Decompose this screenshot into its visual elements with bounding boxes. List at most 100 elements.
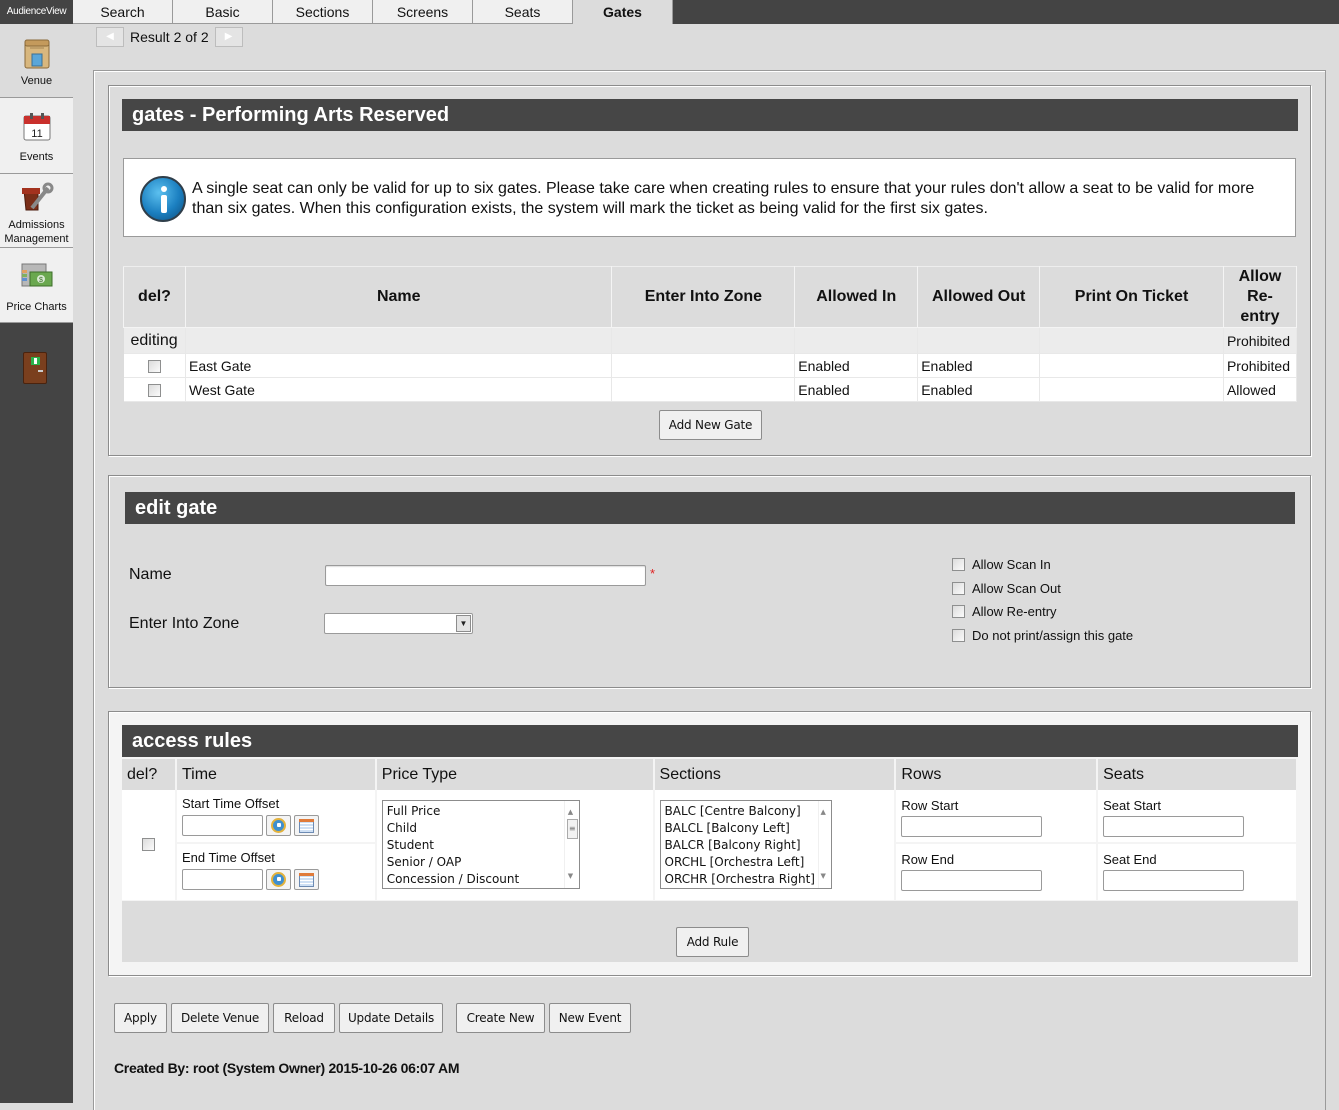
- scroll-thumb[interactable]: ≡: [566, 819, 578, 839]
- sections-scrollbar[interactable]: ▲ ▼: [817, 801, 831, 888]
- allow-reentry-option[interactable]: Allow Re-entry: [952, 604, 1057, 619]
- tab-sections[interactable]: Sections: [273, 0, 373, 24]
- col-del: del?: [122, 759, 177, 790]
- gate-print: [1039, 353, 1224, 378]
- enter-into-zone-select[interactable]: ▼: [324, 613, 473, 634]
- seat-end-input[interactable]: [1103, 870, 1245, 891]
- tab-search[interactable]: Search: [73, 0, 173, 24]
- section-option[interactable]: BALC [Centre Balcony]: [661, 803, 831, 820]
- col-allowed-in[interactable]: Allowed In: [794, 266, 919, 328]
- row-start-input[interactable]: [901, 816, 1043, 837]
- col-print-on-ticket[interactable]: Print On Ticket: [1039, 266, 1224, 328]
- end-time-offset-label: End Time Offset: [181, 850, 275, 865]
- money-chart-icon: $: [20, 262, 54, 296]
- update-details-button[interactable]: Update Details: [339, 1003, 443, 1033]
- col-seats: Seats: [1097, 759, 1298, 790]
- sidebar-item-label: Price Charts: [6, 301, 67, 313]
- tab-basic[interactable]: Basic: [173, 0, 273, 24]
- table-row[interactable]: West Gate Enabled Enabled Allowed: [123, 377, 1298, 402]
- end-time-offset-input[interactable]: [181, 869, 263, 890]
- reload-button[interactable]: Reload: [273, 1003, 335, 1033]
- col-enter-into-zone[interactable]: Enter Into Zone: [611, 266, 796, 328]
- section-option[interactable]: BALCL [Balcony Left]: [661, 820, 831, 837]
- gate-allowed-in: Enabled: [794, 377, 919, 402]
- apply-button[interactable]: Apply: [114, 1003, 167, 1033]
- price-type-scrollbar[interactable]: ▲ ≡ ▼: [563, 801, 579, 888]
- section-option[interactable]: ORCHL [Orchestra Left]: [661, 854, 831, 871]
- scroll-up-icon[interactable]: ▲: [821, 804, 826, 821]
- section-option[interactable]: ORCHR [Orchestra Right]: [661, 871, 831, 888]
- sidebar-item-events[interactable]: 11 Events: [0, 98, 73, 174]
- info-message: A single seat can only be valid for up t…: [123, 158, 1296, 237]
- start-time-calendar-button[interactable]: [293, 815, 319, 836]
- start-time-offset-input[interactable]: [181, 815, 263, 836]
- editing-label: editing: [123, 327, 186, 354]
- price-type-option[interactable]: Child: [383, 820, 579, 837]
- delete-checkbox[interactable]: [147, 360, 161, 374]
- start-time-offset-label: Start Time Offset: [181, 796, 280, 811]
- table-row-editing[interactable]: editing Prohibited: [123, 327, 1298, 354]
- gate-name[interactable]: East Gate: [185, 353, 613, 378]
- calendar-icon: [298, 872, 314, 887]
- row-end-label: Row End: [901, 852, 955, 867]
- result-pager: ◀ Result 2 of 2 ▶: [96, 27, 243, 47]
- allow-scan-out-checkbox[interactable]: [952, 582, 965, 595]
- end-time-clock-button[interactable]: [265, 869, 291, 890]
- col-allow-reentry[interactable]: Allow Re-entry: [1222, 266, 1298, 328]
- allow-scan-out-option[interactable]: Allow Scan Out: [952, 581, 1061, 596]
- tab-screens[interactable]: Screens: [373, 0, 473, 24]
- add-new-gate-button[interactable]: Add New Gate: [659, 410, 762, 440]
- price-type-listbox[interactable]: Full Price Child Student Senior / OAP Co…: [381, 800, 580, 889]
- price-type-option[interactable]: Student: [383, 837, 579, 854]
- col-allowed-out[interactable]: Allowed Out: [917, 266, 1041, 328]
- delete-venue-button[interactable]: Delete Venue: [171, 1003, 269, 1033]
- section-option[interactable]: BALCR [Balcony Right]: [661, 837, 831, 854]
- delete-rule-checkbox[interactable]: [141, 838, 155, 852]
- table-row[interactable]: East Gate Enabled Enabled Prohibited: [123, 353, 1298, 378]
- exit-sign: [31, 357, 40, 365]
- sidebar-item-venue[interactable]: Venue: [0, 24, 73, 98]
- exit-door-icon[interactable]: [23, 352, 47, 384]
- price-type-option[interactable]: Senior / OAP: [383, 854, 579, 871]
- delete-checkbox[interactable]: [147, 384, 161, 398]
- row-end-input[interactable]: [901, 870, 1043, 891]
- do-not-print-option[interactable]: Do not print/assign this gate: [952, 628, 1133, 643]
- col-del: del?: [123, 266, 186, 328]
- allow-scan-in-option[interactable]: Allow Scan In: [952, 557, 1051, 572]
- end-time-calendar-button[interactable]: [293, 869, 319, 890]
- sections-listbox[interactable]: BALC [Centre Balcony] BALCL [Balcony Lef…: [659, 800, 832, 889]
- sidebar-item-admissions-management[interactable]: Admissions Management: [0, 174, 73, 248]
- created-by-text: Created By: root (System Owner) 2015-10-…: [114, 1060, 460, 1076]
- seat-start-input[interactable]: [1103, 816, 1245, 837]
- required-indicator: *: [650, 566, 656, 581]
- tab-seats[interactable]: Seats: [473, 0, 573, 24]
- scroll-down-icon[interactable]: ▼: [568, 868, 573, 885]
- next-result-button[interactable]: ▶: [214, 27, 243, 47]
- allow-reentry-checkbox[interactable]: [952, 605, 965, 618]
- start-time-clock-button[interactable]: [265, 815, 291, 836]
- top-bar: AudienceView Search Basic Sections Scree…: [0, 0, 1339, 24]
- price-type-option[interactable]: Concession / Discount: [383, 871, 579, 888]
- gate-name[interactable]: West Gate: [185, 377, 613, 402]
- new-event-button[interactable]: New Event: [549, 1003, 631, 1033]
- price-type-option[interactable]: Full Price: [383, 803, 579, 820]
- name-label: Name: [129, 566, 172, 583]
- seat-start-label: Seat Start: [1103, 798, 1161, 813]
- gate-name-input[interactable]: [325, 565, 646, 586]
- add-rule-button[interactable]: Add Rule: [676, 927, 749, 957]
- allow-scan-in-checkbox[interactable]: [952, 558, 965, 571]
- sidebar-item-label: Venue: [20, 75, 53, 87]
- calendar-icon: [298, 818, 314, 833]
- sidebar-item-price-charts[interactable]: $ Price Charts: [0, 248, 73, 323]
- do-not-print-checkbox[interactable]: [952, 629, 965, 642]
- gate-reentry: Prohibited: [1223, 353, 1298, 378]
- scroll-down-icon[interactable]: ▼: [821, 868, 826, 885]
- create-new-button[interactable]: Create New: [456, 1003, 545, 1033]
- clock-icon: [270, 872, 286, 887]
- enter-into-zone-label: Enter Into Zone: [129, 615, 240, 632]
- prev-result-button[interactable]: ◀: [96, 27, 124, 47]
- tab-gates[interactable]: Gates: [573, 0, 673, 24]
- col-name[interactable]: Name: [184, 266, 613, 328]
- gate-allowed-in: Enabled: [794, 353, 919, 378]
- chevron-down-icon[interactable]: ▼: [456, 615, 471, 632]
